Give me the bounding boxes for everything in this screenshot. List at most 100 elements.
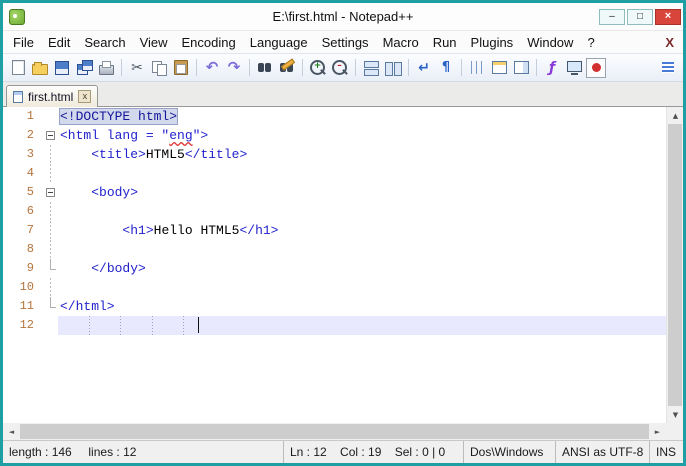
- fold-collapse-icon[interactable]: [46, 131, 55, 140]
- doc-map-icon[interactable]: [511, 58, 531, 78]
- menu-item-run[interactable]: Run: [426, 31, 464, 53]
- editor-line[interactable]: 10: [3, 278, 666, 297]
- function-list-icon[interactable]: [542, 58, 562, 78]
- code-content[interactable]: <html lang = "eng">: [58, 126, 666, 145]
- code-content[interactable]: <title>HTML5</title>: [58, 145, 666, 164]
- code-content[interactable]: [58, 202, 666, 221]
- save-all-icon[interactable]: [74, 58, 94, 78]
- replace-icon[interactable]: [277, 58, 297, 78]
- tab-first-html[interactable]: first.html x: [6, 85, 99, 107]
- code-content[interactable]: [58, 240, 666, 259]
- line-number[interactable]: 5: [3, 183, 43, 202]
- menu-item-macro[interactable]: Macro: [376, 31, 426, 53]
- editor-line[interactable]: 11 </html>: [3, 297, 666, 316]
- code-content[interactable]: <h1>Hello HTML5</h1>: [58, 221, 666, 240]
- record-macro-icon[interactable]: [586, 57, 606, 78]
- close-document-x[interactable]: X: [665, 35, 674, 50]
- word-wrap-icon[interactable]: [414, 58, 434, 78]
- find-icon[interactable]: [255, 58, 275, 78]
- redo-icon[interactable]: [224, 58, 244, 78]
- undo-icon[interactable]: [202, 58, 222, 78]
- zoom-in-icon[interactable]: [308, 58, 328, 78]
- line-number[interactable]: 1: [3, 107, 43, 126]
- monitor-icon[interactable]: [564, 58, 584, 78]
- new-file-icon[interactable]: [8, 58, 28, 78]
- editor-line[interactable]: 1 <!DOCTYPE html>: [3, 107, 666, 126]
- scroll-up-icon[interactable]: ▲: [667, 107, 684, 124]
- horizontal-scroll-thumb[interactable]: [20, 424, 649, 439]
- print-icon[interactable]: [96, 58, 116, 78]
- code-content[interactable]: <!DOCTYPE html>: [58, 107, 666, 126]
- menu-item-file[interactable]: File: [6, 31, 41, 53]
- scroll-right-icon[interactable]: ►: [649, 423, 666, 440]
- menu-item-window[interactable]: Window: [520, 31, 580, 53]
- save-icon[interactable]: [52, 58, 72, 78]
- menu-item-plugins[interactable]: Plugins: [464, 31, 521, 53]
- editor-line[interactable]: 8: [3, 240, 666, 259]
- sync-h-icon[interactable]: [383, 58, 403, 78]
- fold-guide-line: [50, 221, 51, 240]
- line-number[interactable]: 2: [3, 126, 43, 145]
- tab-close-icon[interactable]: x: [78, 90, 92, 103]
- code-content[interactable]: [58, 316, 666, 335]
- user-dialog-icon[interactable]: [489, 58, 509, 78]
- editor-line[interactable]: 7 <h1>Hello HTML5</h1>: [3, 221, 666, 240]
- menu-item-help[interactable]: ?: [580, 31, 601, 53]
- code-content[interactable]: <body>: [58, 183, 666, 202]
- menu-item-language[interactable]: Language: [243, 31, 315, 53]
- vertical-scroll-thumb[interactable]: [668, 124, 682, 406]
- line-number[interactable]: 6: [3, 202, 43, 221]
- paste-icon[interactable]: [171, 58, 191, 78]
- code-content[interactable]: </html>: [58, 297, 666, 316]
- menu-item-view[interactable]: View: [133, 31, 175, 53]
- line-number[interactable]: 3: [3, 145, 43, 164]
- editor-line[interactable]: 6: [3, 202, 666, 221]
- zoom-out-icon[interactable]: [330, 58, 350, 78]
- menu-item-edit[interactable]: Edit: [41, 31, 77, 53]
- editor-line[interactable]: 4: [3, 164, 666, 183]
- status-cursor-position: Ln : 12 Col : 19 Sel : 0 | 0: [283, 441, 463, 463]
- document-icon: [13, 90, 23, 103]
- fold-margin: [43, 278, 58, 297]
- code-token: <title>: [91, 147, 146, 162]
- code-token: <html lang = ": [60, 128, 170, 143]
- editor-line[interactable]: 5 <body>: [3, 183, 666, 202]
- titlebar[interactable]: E:\first.html - Notepad++ – □ ×: [3, 3, 683, 30]
- status-insert-mode[interactable]: INS: [649, 441, 683, 463]
- code-content[interactable]: [58, 164, 666, 183]
- line-number[interactable]: 12: [3, 316, 43, 335]
- status-eol-format[interactable]: Dos\Windows: [463, 441, 555, 463]
- code-content[interactable]: [58, 278, 666, 297]
- fold-margin: [43, 202, 58, 221]
- doc-switcher-icon[interactable]: [658, 58, 678, 78]
- vertical-scrollbar[interactable]: ▲ ▼: [666, 107, 683, 423]
- editor-line[interactable]: 3 <title>HTML5</title>: [3, 145, 666, 164]
- copy-icon[interactable]: [149, 58, 169, 78]
- line-number[interactable]: 10: [3, 278, 43, 297]
- indent-guide-icon[interactable]: [467, 58, 487, 78]
- horizontal-scrollbar[interactable]: ◄ ►: [3, 423, 666, 440]
- fold-collapse-icon[interactable]: [46, 188, 55, 197]
- editor-line[interactable]: 12: [3, 316, 666, 335]
- line-number[interactable]: 11: [3, 297, 43, 316]
- code-area[interactable]: 1 <!DOCTYPE html> 2 <html lang = "eng"> 3 <t…: [3, 107, 666, 423]
- line-number[interactable]: 8: [3, 240, 43, 259]
- editor-line[interactable]: 2 <html lang = "eng">: [3, 126, 666, 145]
- code-token: </html>: [60, 299, 115, 314]
- open-folder-icon[interactable]: [30, 58, 50, 78]
- line-number[interactable]: 4: [3, 164, 43, 183]
- scroll-down-icon[interactable]: ▼: [667, 406, 684, 423]
- cut-icon[interactable]: [127, 58, 147, 78]
- scroll-left-icon[interactable]: ◄: [3, 423, 20, 440]
- toolbar-separator: [249, 59, 250, 76]
- sync-v-icon[interactable]: [361, 58, 381, 78]
- status-encoding[interactable]: ANSI as UTF-8: [555, 441, 649, 463]
- show-all-chars-icon[interactable]: [436, 58, 456, 78]
- code-content[interactable]: </body>: [58, 259, 666, 278]
- editor-line[interactable]: 9 </body>: [3, 259, 666, 278]
- line-number[interactable]: 9: [3, 259, 43, 278]
- menu-item-search[interactable]: Search: [77, 31, 132, 53]
- menu-item-encoding[interactable]: Encoding: [175, 31, 243, 53]
- menu-item-settings[interactable]: Settings: [315, 31, 376, 53]
- line-number[interactable]: 7: [3, 221, 43, 240]
